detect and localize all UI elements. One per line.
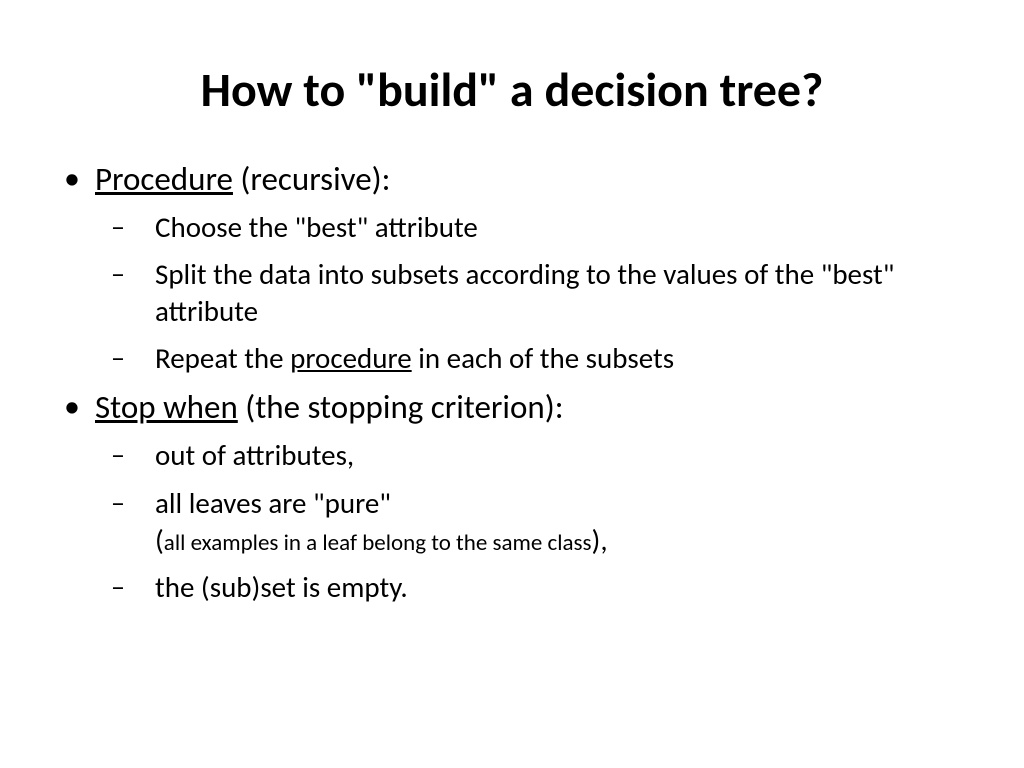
bullet-procedure: Procedure (recursive): Choose the "best"…: [50, 159, 974, 377]
sub-out-of-attributes: out of attributes,: [95, 437, 974, 474]
bullet-list-level1: Procedure (recursive): Choose the "best"…: [50, 159, 974, 606]
paren-close: ),: [592, 522, 608, 558]
procedure-rest: (recursive):: [233, 159, 391, 199]
bullet-stop-when: Stop when (the stopping criterion): out …: [50, 387, 974, 605]
leaves-pure-explain: all examples in a leaf belong to the sam…: [164, 529, 592, 557]
bullet-list-level2-stop: out of attributes, all leaves are "pure"…: [95, 437, 974, 605]
sub-leaves-pure: all leaves are "pure" (all examples in a…: [95, 485, 974, 559]
paren-open: (: [155, 522, 164, 558]
repeat-underlined: procedure: [290, 340, 412, 376]
sub-choose-best: Choose the "best" attribute: [95, 209, 974, 246]
leaves-pure-text: all leaves are "pure": [155, 485, 391, 521]
procedure-label: Procedure: [95, 159, 233, 199]
sub-repeat: Repeat the procedure in each of the subs…: [95, 340, 974, 377]
sub-split-data: Split the data into subsets according to…: [95, 256, 974, 330]
repeat-after: in each of the subsets: [412, 340, 674, 376]
bullet-list-level2: Choose the "best" attribute Split the da…: [95, 209, 974, 377]
slide-title: How to "build" a decision tree?: [50, 60, 974, 119]
stop-when-rest: (the stopping criterion):: [238, 387, 564, 427]
stop-when-label: Stop when: [95, 387, 238, 427]
sub-subset-empty: the (sub)set is empty.: [95, 569, 974, 606]
repeat-before: Repeat the: [155, 340, 290, 376]
